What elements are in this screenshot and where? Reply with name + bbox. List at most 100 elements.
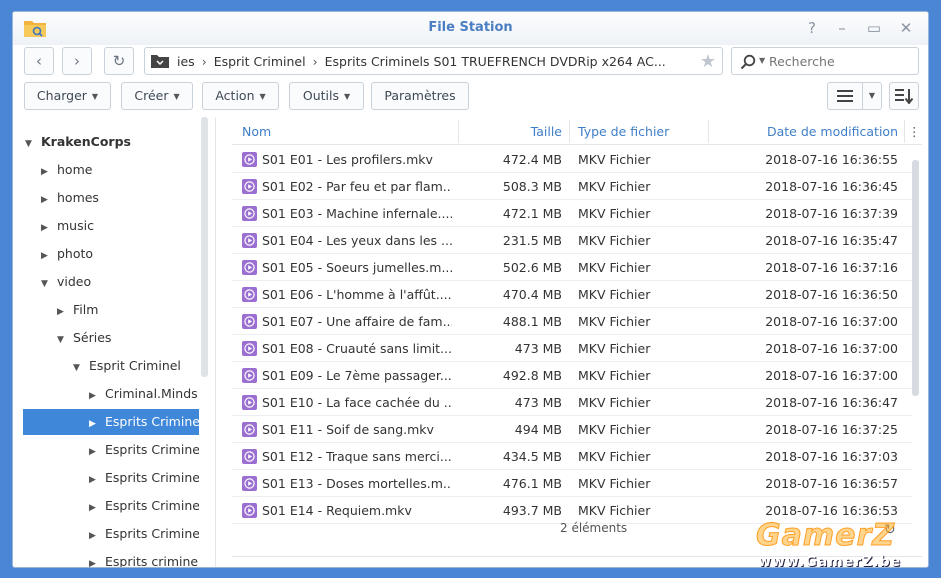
refresh-button[interactable]: ↻ xyxy=(104,47,134,75)
collapse-arrow-icon[interactable]: ▶ xyxy=(57,299,69,323)
column-separator xyxy=(569,120,570,143)
file-size: 476.1 MB xyxy=(502,476,562,491)
chevron-down-icon: ▼ xyxy=(259,92,266,101)
tree-item[interactable]: ▶ photo xyxy=(13,241,199,267)
table-row[interactable]: S01 E11 - Soif de sang.mkv 494 MB MKV Fich… xyxy=(232,416,912,443)
file-type: MKV Fichier xyxy=(578,314,651,329)
action-button[interactable]: Action ▼ xyxy=(202,82,279,110)
tree-scrollbar[interactable] xyxy=(201,117,208,377)
tree-item[interactable]: ▶ Esprits criminel xyxy=(13,549,199,567)
file-name: S01 E12 - Traque sans merci... xyxy=(262,449,452,464)
table-row[interactable]: S01 E04 - Les yeux dans les ... 231.5 MB M… xyxy=(232,227,912,254)
minimize-icon[interactable]: – xyxy=(831,18,853,38)
tree-item[interactable]: ▶ Esprits Criminel xyxy=(13,521,199,547)
video-file-icon xyxy=(242,206,257,221)
table-row[interactable]: S01 E07 - Une affaire de fam... 488.1 MB M… xyxy=(232,308,912,335)
chevron-down-icon: ▼ xyxy=(173,92,180,101)
list-view-button[interactable] xyxy=(827,82,863,110)
table-row[interactable]: S01 E01 - Les profilers.mkv 472.4 MB MKV F… xyxy=(232,146,912,173)
upload-button[interactable]: Charger ▼ xyxy=(24,82,111,110)
column-name[interactable]: Nom xyxy=(242,118,271,145)
back-button[interactable]: ‹ xyxy=(24,47,54,75)
file-type: MKV Fichier xyxy=(578,152,651,167)
tools-button-label: Outils xyxy=(302,88,339,103)
table-row[interactable]: S01 E05 - Soeurs jumelles.m... 502.6 MB MK… xyxy=(232,254,912,281)
collapse-arrow-icon[interactable]: ▶ xyxy=(41,159,53,183)
path-bar[interactable]: ies › Esprit Criminel › Esprits Criminels S0… xyxy=(144,47,723,75)
column-type[interactable]: Type de fichier xyxy=(578,118,669,145)
close-icon[interactable]: ✕ xyxy=(895,18,917,38)
tree-item[interactable]: ▶ Esprits Criminel xyxy=(13,493,199,519)
file-list-scrollbar[interactable] xyxy=(912,160,919,396)
table-row[interactable]: S01 E13 - Doses mortelles.m... 476.1 MB MK… xyxy=(232,470,912,497)
collapse-arrow-icon[interactable]: ▶ xyxy=(41,243,53,267)
file-type: MKV Fichier xyxy=(578,503,651,518)
expand-arrow-icon[interactable]: ▼ xyxy=(41,271,53,295)
chevron-down-icon[interactable]: ▼ xyxy=(759,56,765,65)
collapse-arrow-icon[interactable]: ▶ xyxy=(89,495,101,519)
collapse-arrow-icon[interactable]: ▶ xyxy=(41,215,53,239)
tree-item[interactable]: ▼ Esprit Criminel xyxy=(13,353,199,379)
view-mode-dropdown[interactable]: ▼ xyxy=(862,82,882,110)
tree-item[interactable]: ▼ Séries xyxy=(13,325,199,351)
settings-button[interactable]: Paramètres xyxy=(371,82,469,110)
tree-item[interactable]: ▶ Film xyxy=(13,297,199,323)
file-name: S01 E04 - Les yeux dans les ... xyxy=(262,233,452,248)
column-options-icon[interactable]: ⋮ xyxy=(908,118,921,145)
file-modified: 2018-07-16 16:36:55 xyxy=(765,152,898,167)
tree-root[interactable]: ▼ KrakenCorps xyxy=(13,129,199,155)
collapse-arrow-icon[interactable]: ▶ xyxy=(89,411,101,435)
expand-arrow-icon[interactable]: ▼ xyxy=(57,327,69,351)
column-size[interactable]: Taille xyxy=(458,118,562,145)
collapse-arrow-icon[interactable]: ▶ xyxy=(89,523,101,547)
tree-item[interactable]: ▶ Esprits Criminel xyxy=(13,437,199,463)
tree-item[interactable]: ▶ homes xyxy=(13,185,199,211)
collapse-arrow-icon[interactable]: ▶ xyxy=(89,551,101,567)
tree-item-label: Esprits Criminel xyxy=(105,526,199,541)
expand-arrow-icon[interactable]: ▼ xyxy=(73,355,85,379)
table-row[interactable]: S01 E08 - Cruauté sans limit... 473 MB MKV… xyxy=(232,335,912,362)
sort-button[interactable] xyxy=(889,82,919,110)
pane-divider[interactable] xyxy=(215,117,216,567)
search-icon[interactable] xyxy=(740,54,756,70)
tools-button[interactable]: Outils ▼ xyxy=(289,82,364,110)
file-size: 470.4 MB xyxy=(502,287,562,302)
table-row[interactable]: S01 E03 - Machine infernale.... 472.1 MB M… xyxy=(232,200,912,227)
tree-item[interactable]: ▶ music xyxy=(13,213,199,239)
tree-item[interactable]: ▶ Criminal.Minds. xyxy=(13,381,199,407)
table-row[interactable]: S01 E12 - Traque sans merci... 434.5 MB MK… xyxy=(232,443,912,470)
breadcrumb-item[interactable]: Esprit Criminel xyxy=(214,54,306,69)
video-file-icon xyxy=(242,476,257,491)
tree-item[interactable]: ▶ Esprits Criminel xyxy=(13,465,199,491)
file-size: 502.6 MB xyxy=(502,260,562,275)
forward-button[interactable]: › xyxy=(62,47,92,75)
tree-item[interactable]: ▼ video xyxy=(13,269,199,295)
collapse-arrow-icon[interactable]: ▶ xyxy=(89,439,101,463)
file-modified: 2018-07-16 16:37:39 xyxy=(765,206,898,221)
search-input[interactable] xyxy=(769,52,909,70)
favorite-star-icon[interactable]: ★ xyxy=(700,51,716,72)
table-row[interactable]: S01 E06 - L'homme à l'affût.... 470.4 MB M… xyxy=(232,281,912,308)
breadcrumb-item[interactable]: ies xyxy=(177,54,195,69)
column-modified[interactable]: Date de modification xyxy=(708,118,898,145)
table-row[interactable]: S01 E10 - La face cachée du ... 473 MB MKV… xyxy=(232,389,912,416)
collapse-arrow-icon[interactable]: ▶ xyxy=(41,187,53,211)
collapse-arrow-icon[interactable]: ▶ xyxy=(89,467,101,491)
table-row[interactable]: S01 E09 - Le 7ème passager.... 492.8 MB MK… xyxy=(232,362,912,389)
file-type: MKV Fichier xyxy=(578,476,651,491)
expand-arrow-icon[interactable]: ▼ xyxy=(25,131,37,155)
action-button-label: Action xyxy=(215,88,255,103)
create-button[interactable]: Créer ▼ xyxy=(121,82,193,110)
file-modified: 2018-07-16 16:37:16 xyxy=(765,260,898,275)
file-modified: 2018-07-16 16:36:45 xyxy=(765,179,898,194)
chevron-down-icon: ▼ xyxy=(91,92,99,101)
breadcrumb-item[interactable]: Esprits Criminels S01 TRUEFRENCH DVDRip … xyxy=(325,54,666,69)
file-type: MKV Fichier xyxy=(578,179,651,194)
table-row[interactable]: S01 E02 - Par feu et par flam... 508.3 MB… xyxy=(232,173,912,200)
collapse-arrow-icon[interactable]: ▶ xyxy=(89,383,101,407)
help-icon[interactable]: ? xyxy=(801,18,823,38)
maximize-icon[interactable]: ▭ xyxy=(863,18,885,38)
tree-item[interactable]: ▶ home xyxy=(13,157,199,183)
file-name: S01 E07 - Une affaire de fam... xyxy=(262,314,452,329)
tree-item[interactable]: ▶ Esprits Criminel xyxy=(23,409,199,435)
